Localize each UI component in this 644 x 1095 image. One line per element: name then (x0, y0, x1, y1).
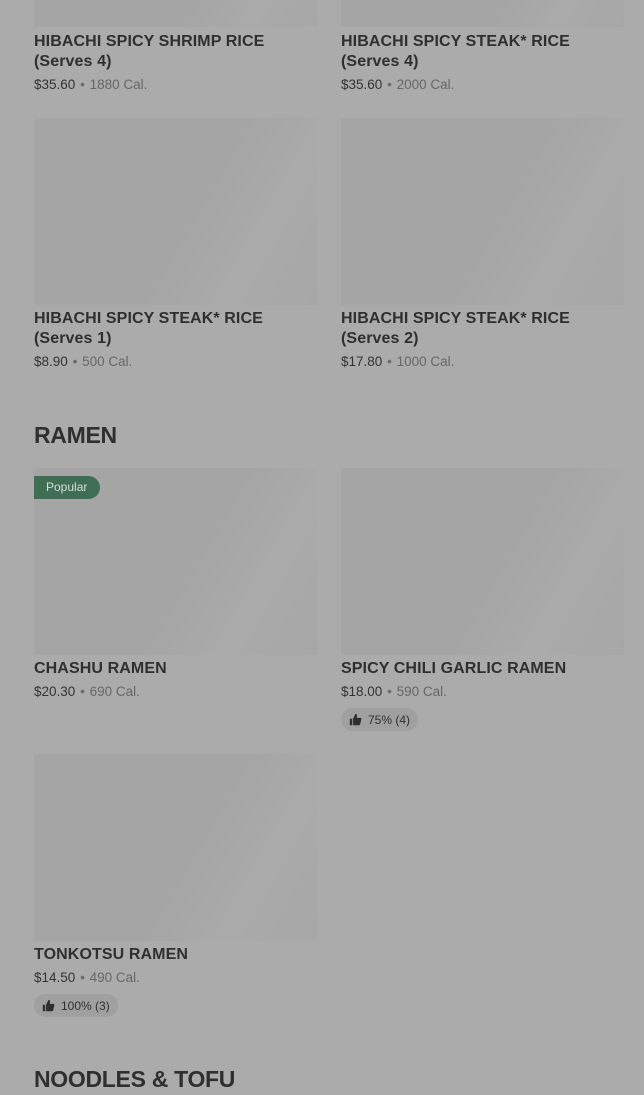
menu-item-meta: $20.30 • 690 Cal. (34, 683, 317, 700)
menu-item-calories: 1000 Cal. (396, 354, 455, 369)
menu-item-meta: $35.60 • 2000 Cal. (341, 76, 624, 93)
menu-item-price: $35.60 (341, 77, 383, 92)
meta-separator: • (80, 77, 85, 92)
meta-separator: • (387, 77, 392, 92)
menu-item-image[interactable] (341, 468, 624, 655)
menu-item-price: $14.50 (34, 970, 76, 985)
section-title-ramen: RAMEN (34, 422, 117, 448)
rating-text: 100% (3) (61, 998, 110, 1013)
meta-separator: • (72, 354, 78, 369)
menu-item-price: $35.60 (34, 77, 76, 92)
menu-item-calories: 690 Cal. (89, 684, 140, 699)
menu-item-image[interactable]: Popular (34, 468, 317, 655)
meta-separator: • (387, 684, 392, 699)
menu-item-price: $20.30 (34, 684, 76, 699)
menu-item-price: $18.00 (341, 684, 383, 699)
menu-item-card[interactable]: HIBACHI SPICY STEAK* RICE (Serves 2) $17… (341, 118, 624, 370)
rating-pill: 100% (3) (34, 994, 118, 1017)
menu-item-calories: 490 Cal. (89, 970, 140, 985)
menu-item-name: HIBACHI SPICY STEAK* RICE (Serves 1) (34, 310, 263, 347)
menu-item-name: HIBACHI SPICY STEAK* RICE (Serves 4) (341, 33, 570, 70)
menu-item-name: SPICY CHILI GARLIC RAMEN (341, 660, 567, 677)
menu-item-card[interactable]: SPICY CHILI GARLIC RAMEN $18.00 • 590 Ca… (341, 468, 624, 731)
menu-item-calories: 2000 Cal. (396, 77, 455, 92)
rating-pill: 75% (4) (341, 708, 419, 731)
menu-item-meta: $18.00 • 590 Cal. (341, 683, 624, 700)
popular-badge: Popular (34, 476, 101, 499)
menu-item-card[interactable]: HIBACHI SPICY SHRIMP RICE (Serves 4) $35… (34, 0, 317, 93)
menu-item-image[interactable] (34, 0, 317, 27)
rating-text: 75% (4) (368, 712, 411, 727)
menu-item-card[interactable]: Popular CHASHU RAMEN $20.30 • 690 Cal. (34, 468, 317, 700)
menu-item-card[interactable]: TONKOTSU RAMEN $14.50 • 490 Cal. 100% (3… (34, 754, 317, 1017)
menu-item-image[interactable] (341, 0, 624, 27)
menu-item-meta: $14.50 • 490 Cal. (34, 969, 317, 986)
menu-item-image[interactable] (341, 118, 624, 305)
meta-separator: • (387, 354, 392, 369)
section-title-noodles-tofu: NOODLES & TOFU (34, 1066, 236, 1092)
menu-item-card[interactable]: HIBACHI SPICY STEAK* RICE (Serves 4) $35… (341, 0, 624, 93)
meta-separator: • (80, 684, 85, 699)
menu-item-price: $17.80 (341, 354, 383, 369)
menu-item-name: TONKOTSU RAMEN (34, 946, 188, 963)
thumbs-up-icon (42, 999, 55, 1012)
menu-item-card[interactable]: HIBACHI SPICY STEAK* RICE (Serves 1) $8.… (34, 118, 317, 370)
menu-item-image[interactable] (34, 118, 317, 305)
menu-item-meta: $17.80 • 1000 Cal. (341, 353, 624, 370)
menu-item-image[interactable] (34, 754, 317, 941)
menu-item-meta: $35.60 • 1880 Cal. (34, 76, 317, 93)
menu-item-meta: $8.90 • 500 Cal. (34, 353, 317, 370)
menu-item-name: HIBACHI SPICY STEAK* RICE (Serves 2) (341, 310, 570, 347)
meta-separator: • (80, 970, 85, 985)
menu-item-calories: 590 Cal. (396, 684, 447, 699)
menu-item-calories: 1880 Cal. (89, 77, 148, 92)
menu-item-calories: 500 Cal. (82, 354, 133, 369)
menu-item-price: $8.90 (34, 354, 68, 369)
menu-item-name: CHASHU RAMEN (34, 660, 167, 677)
thumbs-up-icon (349, 713, 362, 726)
menu-item-name: HIBACHI SPICY SHRIMP RICE (Serves 4) (34, 33, 265, 70)
